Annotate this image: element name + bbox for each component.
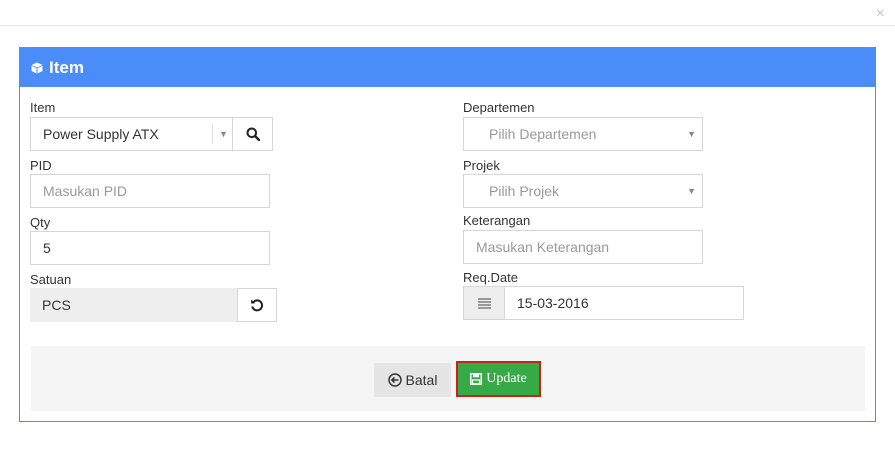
pid-label: PID [30, 158, 52, 173]
projek-label: Projek [463, 158, 500, 173]
top-divider [0, 25, 895, 26]
cube-icon [31, 62, 43, 74]
qty-input[interactable]: 5 [30, 231, 270, 265]
calendar-icon [477, 297, 491, 309]
pid-placeholder: Masukan PID [43, 183, 128, 199]
projek-select[interactable]: Pilih Projek ▼ [463, 174, 703, 208]
chevron-down-icon: ▼ [687, 186, 696, 196]
satuan-label: Satuan [30, 272, 72, 287]
req-date-input[interactable]: 15-03-2016 [504, 286, 744, 320]
satuan-value: PCS [42, 297, 71, 313]
update-button[interactable]: Update [456, 361, 541, 397]
satuan-input: PCS [30, 288, 238, 322]
search-icon [246, 127, 260, 141]
save-icon [470, 373, 483, 385]
refresh-icon [251, 299, 264, 312]
keterangan-label: Keterangan [463, 213, 531, 228]
qty-value: 5 [43, 240, 51, 256]
cancel-label: Batal [405, 372, 438, 388]
chevron-down-icon: ▼ [219, 129, 228, 139]
update-label: Update [486, 371, 527, 386]
search-button[interactable] [232, 117, 273, 151]
item-panel: Item Item Power Supply ATX × ▼ PID Masuk… [19, 47, 876, 422]
refresh-button[interactable] [237, 288, 277, 322]
departemen-placeholder: Pilih Departemen [489, 126, 597, 142]
cancel-button[interactable]: Batal [374, 363, 451, 397]
item-select-value: Power Supply ATX [43, 126, 159, 142]
req-date-value: 15-03-2016 [517, 295, 589, 311]
projek-placeholder: Pilih Projek [489, 183, 560, 199]
pid-input[interactable]: Masukan PID [30, 174, 270, 208]
chevron-down-icon: ▼ [687, 129, 696, 139]
departemen-label: Departemen [463, 100, 535, 115]
panel-header: Item [20, 48, 875, 87]
form-actions: Batal Update [31, 346, 865, 411]
item-select[interactable]: Power Supply ATX × [30, 117, 229, 151]
departemen-select[interactable]: Pilih Departemen ▼ [463, 117, 703, 151]
keterangan-input[interactable]: Masukan Keterangan [463, 230, 703, 264]
keterangan-placeholder: Masukan Keterangan [476, 239, 610, 255]
item-select-caret-area[interactable]: ▼ [207, 117, 233, 151]
calendar-button[interactable] [463, 286, 505, 320]
req-date-label: Req.Date [463, 270, 518, 285]
item-label: Item [30, 100, 56, 115]
close-icon[interactable]: × [876, 6, 885, 22]
qty-label: Qty [30, 215, 51, 230]
back-arrow-icon [387, 373, 402, 387]
panel-title: Item [49, 57, 84, 77]
